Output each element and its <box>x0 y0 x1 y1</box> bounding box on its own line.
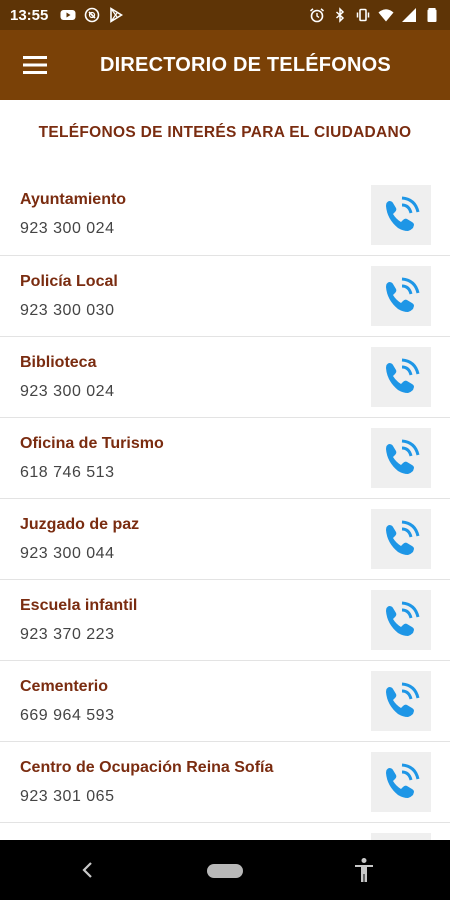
contact-row: Cementerio 669 964 593 <box>0 660 450 741</box>
accessibility-icon[interactable] <box>352 857 376 883</box>
call-button[interactable] <box>371 347 431 407</box>
contact-name: Centro de Ocupación Reina Sofía <box>20 758 274 776</box>
status-right <box>309 7 440 23</box>
contact-row: Juzgado de paz 923 300 044 <box>0 498 450 579</box>
contact-phone: 618 746 513 <box>20 463 115 481</box>
contact-phone: 923 300 030 <box>20 301 115 319</box>
contact-list: Ayuntamiento 923 300 024 Policía Local 9… <box>0 174 450 840</box>
call-button[interactable] <box>371 590 431 650</box>
call-button[interactable] <box>371 266 431 326</box>
phone-call-icon <box>386 439 420 474</box>
contact-info: Biblioteca 923 300 024 <box>20 354 371 401</box>
contact-row: Centro de Ocupación Reina Sofía 923 301 … <box>0 741 450 822</box>
status-bar: 13:55 <box>0 0 450 30</box>
contact-info: Escuela infantil 923 370 223 <box>20 597 371 644</box>
status-left: 13:55 <box>10 7 124 24</box>
contact-info: Ayuntamiento 923 300 024 <box>20 191 371 238</box>
bluetooth-icon <box>332 7 348 23</box>
wifi-icon <box>378 7 394 23</box>
contact-info: Oficina de Turismo 618 746 513 <box>20 435 371 482</box>
contact-row <box>0 822 450 840</box>
home-pill-icon[interactable] <box>207 864 243 878</box>
contact-name: Ayuntamiento <box>20 191 127 208</box>
phone-call-icon <box>386 196 420 231</box>
contact-phone: 923 301 065 <box>20 787 115 805</box>
app-bar: DIRECTORIO DE TELÉFONOS <box>0 30 450 100</box>
status-time: 13:55 <box>10 6 49 24</box>
call-button[interactable] <box>371 509 431 569</box>
back-icon[interactable] <box>78 858 98 882</box>
contact-info: Juzgado de paz 923 300 044 <box>20 516 371 563</box>
content: TELÉFONOS DE INTERÉS PARA EL CIUDADANO A… <box>0 100 450 840</box>
contact-row: Oficina de Turismo 618 746 513 <box>0 417 450 498</box>
contact-phone: 923 300 024 <box>20 220 115 237</box>
contact-info: Cementerio 669 964 593 <box>20 678 371 725</box>
contact-name: Escuela infantil <box>20 596 138 614</box>
contact-info: Centro de Ocupación Reina Sofía 923 301 … <box>20 759 371 806</box>
call-button[interactable] <box>371 752 431 812</box>
hamburger-menu-icon[interactable] <box>0 30 70 100</box>
contact-row: Policía Local 923 300 030 <box>0 255 450 336</box>
phone-call-icon <box>386 601 420 636</box>
navigation-bar <box>0 840 450 900</box>
contact-phone: 923 300 024 <box>20 382 115 400</box>
battery-icon <box>424 7 440 23</box>
play-store-icon <box>108 7 124 23</box>
youtube-icon <box>60 7 76 23</box>
vibrate-icon <box>355 7 371 23</box>
contact-name: Cementerio <box>20 677 109 695</box>
contact-phone: 923 370 223 <box>20 625 115 643</box>
section-heading: TELÉFONOS DE INTERÉS PARA EL CIUDADANO <box>38 124 412 141</box>
phone-call-icon <box>386 277 420 312</box>
contact-row: Ayuntamiento 923 300 024 <box>0 174 450 255</box>
alarm-icon <box>309 7 325 23</box>
alert-icon <box>84 7 100 23</box>
contact-phone: 669 964 593 <box>20 706 115 724</box>
contact-name: Oficina de Turismo <box>20 434 164 452</box>
phone-call-icon <box>386 682 420 717</box>
contact-info: Policía Local 923 300 030 <box>20 273 371 320</box>
phone-call-icon <box>386 763 420 798</box>
call-button[interactable] <box>371 428 431 488</box>
signal-icon <box>401 7 417 23</box>
contact-row: Escuela infantil 923 370 223 <box>0 579 450 660</box>
phone-call-icon <box>386 520 420 555</box>
app-title: DIRECTORIO DE TELÉFONOS <box>100 53 391 76</box>
call-button[interactable] <box>371 184 431 245</box>
contact-name: Policía Local <box>20 272 118 290</box>
contact-row: Biblioteca 923 300 024 <box>0 336 450 417</box>
contact-phone: 923 300 044 <box>20 544 115 562</box>
phone-call-icon <box>386 358 420 393</box>
call-button[interactable] <box>371 671 431 731</box>
contact-name: Juzgado de paz <box>20 515 140 533</box>
call-button[interactable] <box>371 833 431 840</box>
contact-name: Biblioteca <box>20 353 97 371</box>
